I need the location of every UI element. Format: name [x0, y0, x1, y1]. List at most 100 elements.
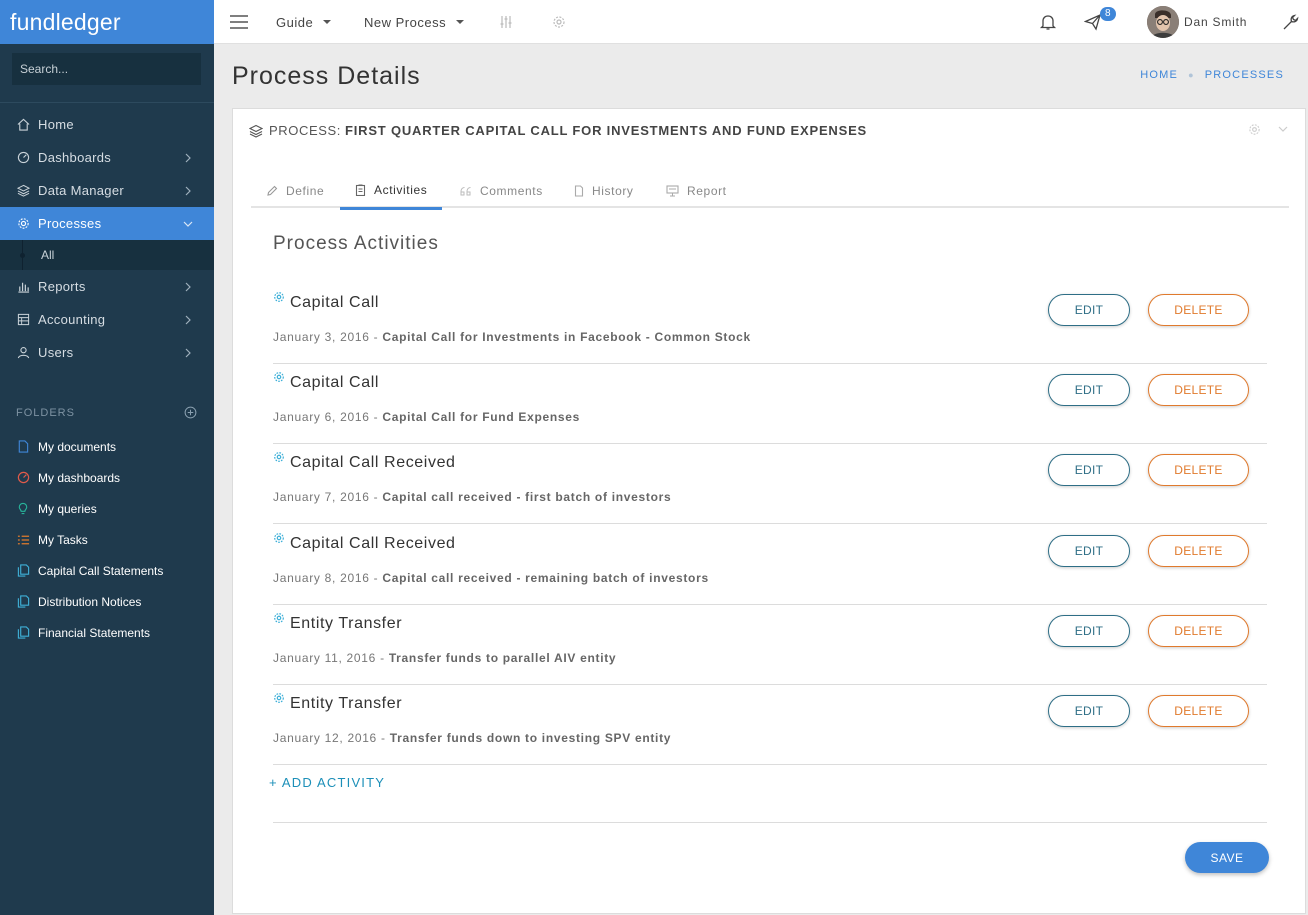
activity-subtitle: January 11, 2016 - Transfer funds to par…	[273, 651, 616, 665]
folder-label: My Tasks	[38, 532, 88, 547]
breadcrumb-separator: ●	[1188, 70, 1195, 80]
documents-icon	[16, 626, 30, 640]
edit-button[interactable]: EDIT	[1048, 615, 1130, 647]
process-header: PROCESS: FIRST QUARTER CAPITAL CALL FOR …	[249, 123, 867, 138]
avatar	[1147, 6, 1179, 38]
delete-button[interactable]: DELETE	[1148, 374, 1249, 406]
date-separator: -	[376, 731, 390, 745]
sidebar-item-reports[interactable]: Reports	[0, 270, 214, 303]
tab-label: Report	[687, 183, 727, 198]
sidebar-item-label: Data Manager	[38, 183, 124, 198]
save-button[interactable]: SAVE	[1185, 842, 1269, 873]
chevron-right-icon	[185, 186, 191, 196]
document-icon	[16, 440, 30, 454]
file-icon	[574, 184, 584, 197]
new-process-dropdown[interactable]: New Process	[364, 0, 465, 44]
delete-button[interactable]: DELETE	[1148, 454, 1249, 486]
layers-icon	[16, 184, 30, 198]
folder-label: My dashboards	[38, 470, 121, 485]
process-panel: PROCESS: FIRST QUARTER CAPITAL CALL FOR …	[232, 108, 1306, 914]
gear-icon	[273, 291, 285, 303]
presentation-icon	[666, 184, 679, 197]
panel-tools	[1248, 123, 1289, 136]
activity-title-text: Capital Call	[290, 294, 380, 311]
wrench-icon	[1283, 14, 1299, 30]
tab-comments[interactable]: Comments	[445, 173, 558, 208]
folder-distribution-notices[interactable]: Distribution Notices	[0, 586, 214, 617]
sidebar-item-label: Home	[38, 117, 74, 132]
folder-financial-statements[interactable]: Financial Statements	[0, 617, 214, 648]
brand-logo[interactable]: fundledger	[0, 0, 214, 44]
edit-button[interactable]: EDIT	[1048, 535, 1130, 567]
activity-subtitle: January 8, 2016 - Capital call received …	[273, 571, 709, 585]
gear-icon[interactable]	[1248, 123, 1261, 136]
hamburger-icon	[230, 15, 248, 29]
documents-icon	[16, 595, 30, 609]
top-bar: Guide New Process 8 Dan Smith	[214, 0, 1308, 44]
edit-button[interactable]: EDIT	[1048, 374, 1130, 406]
notifications-button[interactable]	[1039, 0, 1057, 44]
activity-row: Entity Transfer January 12, 2016 - Trans…	[273, 685, 1267, 765]
quote-icon	[460, 186, 472, 196]
user-menu[interactable]: Dan Smith	[1147, 0, 1247, 44]
breadcrumb-home[interactable]: HOME	[1140, 69, 1178, 81]
edit-button[interactable]: EDIT	[1048, 454, 1130, 486]
folder-my-documents[interactable]: My documents	[0, 431, 214, 462]
sliders-button[interactable]	[499, 0, 513, 44]
caret-down-icon	[323, 20, 332, 24]
folders-heading: FOLDERS	[0, 403, 214, 423]
folder-my-dashboards[interactable]: My dashboards	[0, 462, 214, 493]
sidebar-item-data-manager[interactable]: Data Manager	[0, 174, 214, 207]
chevron-right-icon	[185, 282, 191, 292]
add-activity-button[interactable]: + ADD ACTIVITY	[269, 775, 385, 790]
home-icon	[16, 118, 30, 132]
search-input[interactable]	[12, 53, 201, 85]
messages-button[interactable]: 8	[1084, 0, 1116, 44]
activity-subtitle: January 3, 2016 - Capital Call for Inves…	[273, 330, 751, 344]
folders-heading-label: FOLDERS	[16, 407, 75, 419]
add-folder-icon[interactable]	[184, 406, 197, 419]
delete-button[interactable]: DELETE	[1148, 695, 1249, 727]
tab-define[interactable]: Define	[251, 173, 339, 208]
edit-button[interactable]: EDIT	[1048, 294, 1130, 326]
edit-button[interactable]: EDIT	[1048, 695, 1130, 727]
sidebar-item-users[interactable]: Users	[0, 336, 214, 369]
activity-row: Capital Call January 3, 2016 - Capital C…	[273, 284, 1267, 364]
sidebar: fundledger Home Dashboards Data Manager …	[0, 0, 214, 915]
gear-icon	[273, 612, 285, 624]
activity-title-text: Capital Call Received	[290, 535, 456, 552]
sidebar-item-dashboards[interactable]: Dashboards	[0, 141, 214, 174]
sidebar-item-home[interactable]: Home	[0, 108, 214, 141]
divider	[273, 822, 1267, 823]
folder-label: Capital Call Statements	[38, 563, 164, 578]
activity-description: Transfer funds down to investing SPV ent…	[389, 731, 672, 745]
date-separator: -	[369, 571, 383, 585]
delete-button[interactable]: DELETE	[1148, 615, 1249, 647]
delete-button[interactable]: DELETE	[1148, 535, 1249, 567]
tab-report[interactable]: Report	[651, 173, 742, 208]
sidebar-item-processes[interactable]: Processes	[0, 207, 214, 240]
chevron-down-icon[interactable]	[1277, 123, 1289, 135]
tab-activities[interactable]: Activities	[340, 173, 443, 210]
tools-button[interactable]	[1282, 0, 1300, 44]
user-name: Dan Smith	[1184, 15, 1248, 29]
sidebar-item-accounting[interactable]: Accounting	[0, 303, 214, 336]
tab-history[interactable]: History	[559, 173, 649, 208]
sidebar-subitem-all[interactable]: All	[0, 240, 214, 270]
settings-button[interactable]	[552, 0, 566, 44]
activity-date: January 7, 2016	[273, 490, 370, 504]
folder-capital-call-statements[interactable]: Capital Call Statements	[0, 555, 214, 586]
gear-icon	[273, 451, 285, 463]
activity-row: Capital Call Received January 8, 2016 - …	[273, 525, 1267, 605]
guide-dropdown[interactable]: Guide	[276, 0, 332, 44]
chevron-right-icon	[185, 315, 191, 325]
breadcrumb-processes[interactable]: PROCESSES	[1205, 69, 1284, 81]
menu-toggle-button[interactable]	[230, 0, 248, 44]
delete-button[interactable]: DELETE	[1148, 294, 1249, 326]
gauge-icon	[16, 471, 30, 485]
chevron-right-icon	[185, 348, 191, 358]
activity-title-text: Entity Transfer	[290, 615, 403, 632]
folder-my-tasks[interactable]: My Tasks	[0, 524, 214, 555]
folder-my-queries[interactable]: My queries	[0, 493, 214, 524]
sidebar-search	[0, 44, 214, 103]
